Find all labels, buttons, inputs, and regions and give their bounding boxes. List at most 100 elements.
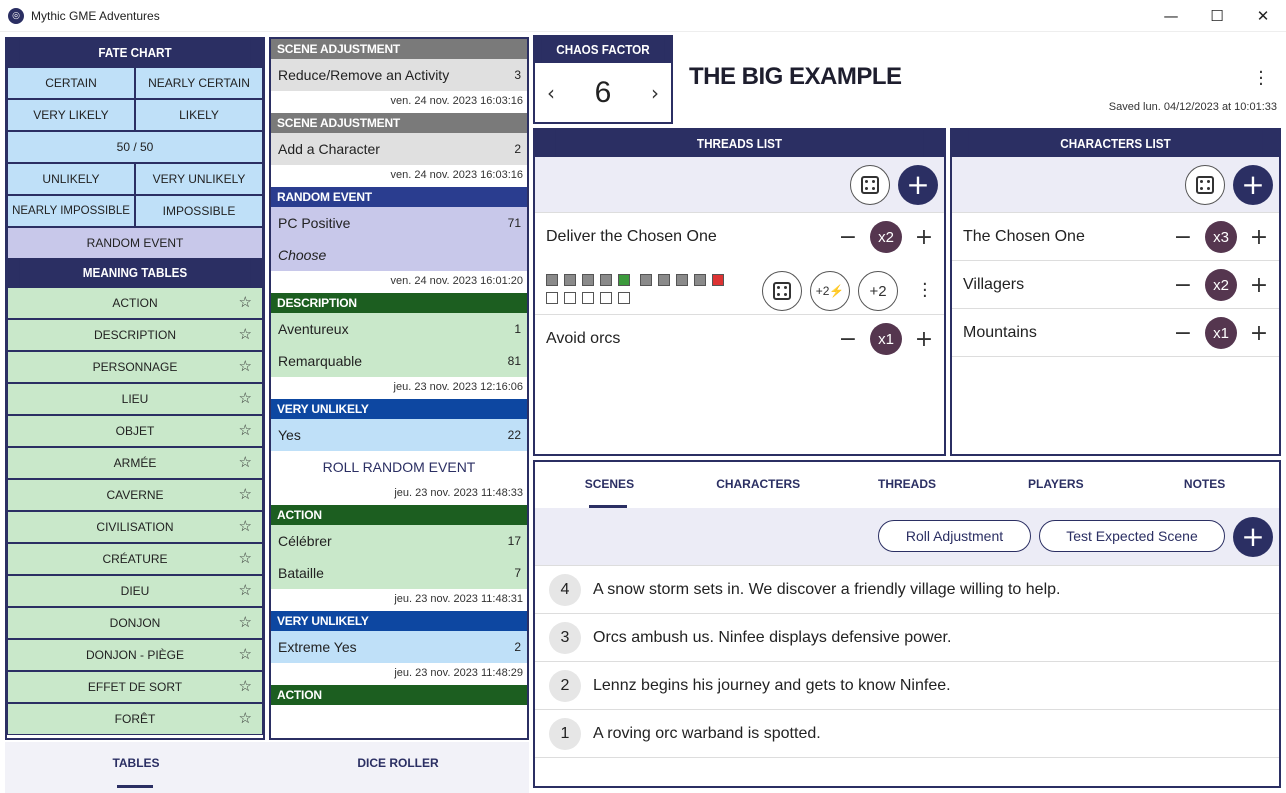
favorite-star-icon[interactable]: ☆ bbox=[239, 480, 252, 510]
roll-thread-button[interactable] bbox=[762, 271, 802, 311]
meaning-table-item[interactable]: LIEU ☆ bbox=[7, 383, 263, 415]
meaning-table-label: DONJON bbox=[109, 616, 161, 630]
roll-adjustment-button[interactable]: Roll Adjustment bbox=[878, 520, 1031, 552]
log-entry-text: Remarquable bbox=[278, 353, 363, 369]
fate-certain-button[interactable]: CERTAIN bbox=[7, 67, 135, 99]
fate-impossible-button[interactable]: IMPOSSIBLE bbox=[135, 195, 263, 227]
tab-tables[interactable]: TABLES bbox=[5, 742, 267, 793]
character-item[interactable]: Villagers − x2 + bbox=[952, 261, 1279, 309]
log-entry-header: ACTION bbox=[271, 685, 527, 705]
favorite-star-icon[interactable]: ☆ bbox=[239, 704, 252, 734]
log-entry-text: Reduce/Remove an Activity bbox=[278, 67, 450, 83]
meaning-table-item[interactable]: ACTION ☆ bbox=[7, 287, 263, 319]
scene-item[interactable]: 4 A snow storm sets in. We discover a fri… bbox=[535, 566, 1279, 614]
favorite-star-icon[interactable]: ☆ bbox=[239, 512, 252, 542]
random-thread-button[interactable] bbox=[850, 165, 890, 205]
fate-fifty-fifty-button[interactable]: 50 / 50 bbox=[7, 131, 263, 163]
test-expected-scene-button[interactable]: Test Expected Scene bbox=[1039, 520, 1225, 552]
threads-list-header: THREADS LIST bbox=[555, 130, 924, 157]
tab-characters[interactable]: CHARACTERS bbox=[684, 462, 833, 508]
decrease-weight-icon[interactable]: − bbox=[834, 225, 862, 250]
favorite-star-icon[interactable]: ☆ bbox=[239, 576, 252, 606]
meaning-table-item[interactable]: DONJON ☆ bbox=[7, 607, 263, 639]
random-character-button[interactable] bbox=[1185, 165, 1225, 205]
fate-nearly-impossible-button[interactable]: NEARLY IMPOSSIBLE bbox=[7, 195, 135, 227]
increase-weight-icon[interactable]: + bbox=[1245, 321, 1273, 346]
favorite-star-icon[interactable]: ☆ bbox=[239, 672, 252, 702]
meaning-table-item[interactable]: EFFET DE SORT ☆ bbox=[7, 671, 263, 703]
progress-flash-button[interactable]: +2⚡ bbox=[810, 271, 850, 311]
favorite-star-icon[interactable]: ☆ bbox=[239, 640, 252, 670]
thread-progress-track bbox=[546, 274, 730, 311]
increase-weight-icon[interactable]: + bbox=[910, 327, 938, 352]
tab-dice-roller[interactable]: DICE ROLLER bbox=[267, 742, 529, 793]
fate-very-unlikely-button[interactable]: VERY UNLIKELY bbox=[135, 163, 263, 195]
progress-plus-two-button[interactable]: +2 bbox=[858, 271, 898, 311]
chaos-increase-icon[interactable]: › bbox=[651, 81, 659, 105]
add-scene-button[interactable]: + bbox=[1233, 517, 1273, 557]
favorite-star-icon[interactable]: ☆ bbox=[239, 608, 252, 638]
meaning-table-item[interactable]: PERSONNAGE ☆ bbox=[7, 351, 263, 383]
meaning-table-label: ARMÉE bbox=[113, 456, 157, 470]
meaning-table-label: PERSONNAGE bbox=[92, 360, 178, 374]
thread-item[interactable]: Deliver the Chosen One − x2 + bbox=[535, 213, 944, 261]
fate-unlikely-button[interactable]: UNLIKELY bbox=[7, 163, 135, 195]
thread-options-icon[interactable]: · · · bbox=[922, 276, 928, 306]
fate-likely-button[interactable]: LIKELY bbox=[135, 99, 263, 131]
scene-item[interactable]: 3 Orcs ambush us. Ninfee displays defensi… bbox=[535, 614, 1279, 662]
meaning-table-item[interactable]: CIVILISATION ☆ bbox=[7, 511, 263, 543]
scene-item[interactable]: 2 Lennz begins his journey and gets to kn… bbox=[535, 662, 1279, 710]
log-entry-text: Extreme Yes bbox=[278, 639, 357, 655]
scene-number: 4 bbox=[549, 573, 581, 606]
favorite-star-icon[interactable]: ☆ bbox=[239, 448, 252, 478]
fate-nearly-certain-button[interactable]: NEARLY CERTAIN bbox=[135, 67, 263, 99]
favorite-star-icon[interactable]: ☆ bbox=[239, 352, 252, 382]
maximize-button[interactable]: ☐ bbox=[1194, 0, 1240, 32]
decrease-weight-icon[interactable]: − bbox=[1169, 321, 1197, 346]
character-item[interactable]: Mountains − x1 + bbox=[952, 309, 1279, 357]
meaning-table-item[interactable]: CRÉATURE ☆ bbox=[7, 543, 263, 575]
meaning-table-label: CAVERNE bbox=[106, 488, 164, 502]
increase-weight-icon[interactable]: + bbox=[910, 225, 938, 250]
fate-very-likely-button[interactable]: VERY LIKELY bbox=[7, 99, 135, 131]
meaning-table-item[interactable]: DIEU ☆ bbox=[7, 575, 263, 607]
favorite-star-icon[interactable]: ☆ bbox=[239, 288, 252, 318]
close-button[interactable]: ✕ bbox=[1240, 0, 1286, 32]
window-title: Mythic GME Adventures bbox=[31, 8, 160, 23]
favorite-star-icon[interactable]: ☆ bbox=[239, 320, 252, 350]
thread-item[interactable]: Avoid orcs − x1 + bbox=[535, 315, 944, 363]
add-character-button[interactable]: + bbox=[1233, 165, 1273, 205]
meaning-table-label: DESCRIPTION bbox=[93, 328, 176, 342]
meaning-table-item[interactable]: CAVERNE ☆ bbox=[7, 479, 263, 511]
more-options-icon[interactable]: · · · bbox=[1256, 64, 1266, 94]
tab-threads[interactable]: THREADS bbox=[833, 462, 982, 508]
tab-notes[interactable]: NOTES bbox=[1130, 462, 1279, 508]
character-name: Villagers bbox=[963, 275, 1025, 293]
tab-notes-label: NOTES bbox=[1183, 477, 1226, 491]
thread-name: Avoid orcs bbox=[546, 330, 621, 347]
increase-weight-icon[interactable]: + bbox=[1245, 273, 1273, 298]
meaning-table-item[interactable]: DONJON - PIÈGE ☆ bbox=[7, 639, 263, 671]
character-item[interactable]: The Chosen One − x3 + bbox=[952, 213, 1279, 261]
favorite-star-icon[interactable]: ☆ bbox=[239, 544, 252, 574]
meaning-table-item[interactable]: FORÊT ☆ bbox=[7, 703, 263, 735]
meaning-table-item[interactable]: DESCRIPTION ☆ bbox=[7, 319, 263, 351]
meaning-table-item[interactable]: ARMÉE ☆ bbox=[7, 447, 263, 479]
add-thread-button[interactable]: + bbox=[898, 165, 938, 205]
tab-scenes[interactable]: SCENES bbox=[535, 462, 684, 508]
favorite-star-icon[interactable]: ☆ bbox=[239, 416, 252, 446]
decrease-weight-icon[interactable]: − bbox=[1169, 225, 1197, 250]
log-entry-row: Add a Character 2 bbox=[271, 133, 527, 165]
random-event-button[interactable]: RANDOM EVENT bbox=[7, 227, 263, 259]
log-entry-row: PC Positive 71 bbox=[271, 207, 527, 239]
decrease-weight-icon[interactable]: − bbox=[1169, 273, 1197, 298]
tab-players[interactable]: PLAYERS bbox=[981, 462, 1130, 508]
minimize-button[interactable]: — bbox=[1148, 0, 1194, 32]
meaning-table-item[interactable]: OBJET ☆ bbox=[7, 415, 263, 447]
scene-item[interactable]: 1 A roving orc warband is spotted. bbox=[535, 710, 1279, 758]
favorite-star-icon[interactable]: ☆ bbox=[239, 384, 252, 414]
chaos-decrease-icon[interactable]: ‹ bbox=[547, 81, 555, 105]
roll-random-event-link[interactable]: ROLL RANDOM EVENT bbox=[271, 451, 527, 483]
decrease-weight-icon[interactable]: − bbox=[834, 327, 862, 352]
increase-weight-icon[interactable]: + bbox=[1245, 225, 1273, 250]
